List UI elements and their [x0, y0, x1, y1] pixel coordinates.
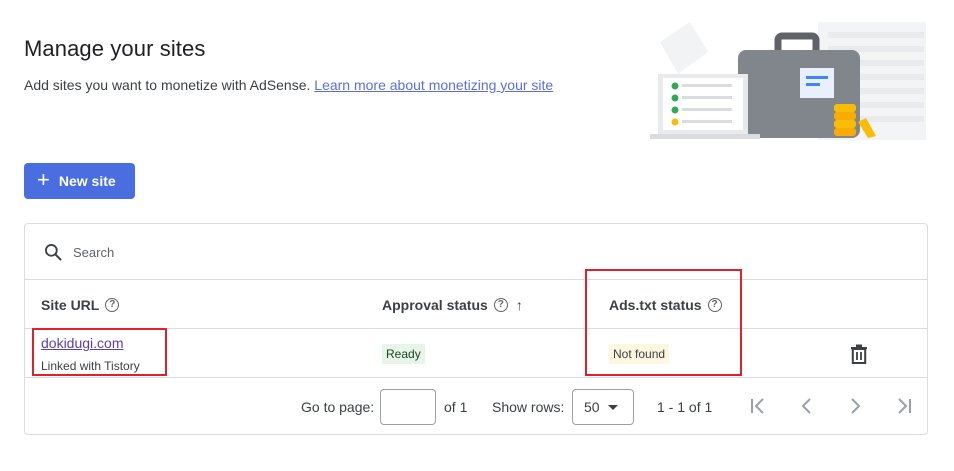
help-icon[interactable]: ?: [707, 298, 722, 312]
goto-page-input[interactable]: [380, 389, 436, 425]
pagination: Go to page: of 1 Show rows: 50 1 - 1 of …: [25, 379, 927, 435]
rows-per-page-select[interactable]: 50: [572, 389, 634, 425]
column-label: Ads.txt status: [609, 297, 702, 313]
next-page-icon[interactable]: [844, 395, 866, 417]
page-range: 1 - 1 of 1: [657, 399, 713, 415]
prev-page-icon[interactable]: [796, 395, 818, 417]
sort-up-icon[interactable]: ↑: [516, 297, 523, 313]
delete-icon[interactable]: [850, 344, 868, 364]
subtitle-text: Add sites you want to monetize with AdSe…: [24, 77, 311, 93]
table-header: Site URL ? Approval status ? ↑ Ads.txt s…: [25, 281, 927, 329]
search-bar: [25, 224, 927, 280]
plus-icon: +: [37, 167, 50, 192]
ads-txt-status-badge: Not found: [609, 344, 670, 364]
search-input[interactable]: [73, 241, 473, 263]
goto-page-label: Go to page:: [301, 399, 375, 415]
last-page-icon[interactable]: [892, 395, 914, 417]
help-icon[interactable]: ?: [105, 298, 120, 312]
first-page-icon[interactable]: [748, 395, 770, 417]
show-rows-label: Show rows:: [492, 399, 565, 415]
new-site-label: New site: [58, 173, 116, 189]
search-icon: [45, 244, 62, 261]
learn-more-link[interactable]: Learn more about monetizing your site: [314, 77, 553, 93]
page-count: of 1: [444, 399, 468, 415]
column-site-url: Site URL ?: [41, 297, 120, 313]
column-label: Site URL: [41, 297, 100, 313]
sites-table-card: Site URL ? Approval status ? ↑ Ads.txt s…: [24, 223, 928, 435]
page-title: Manage your sites: [24, 36, 206, 61]
help-icon[interactable]: ?: [493, 298, 508, 312]
chevron-down-icon: [607, 404, 618, 410]
approval-status-badge: Ready: [382, 344, 425, 364]
briefcase-illustration: [650, 22, 926, 140]
column-label: Approval status: [382, 297, 488, 313]
new-site-button[interactable]: + New site: [24, 163, 135, 199]
page-subtitle: Add sites you want to monetize with AdSe…: [24, 77, 553, 93]
site-note: Linked with Tistory: [41, 359, 140, 373]
site-url-link[interactable]: dokidugi.com: [41, 335, 124, 351]
table-row: dokidugi.com Linked with Tistory Ready N…: [25, 330, 927, 378]
column-ads-txt-status: Ads.txt status ?: [609, 297, 722, 313]
column-approval-status[interactable]: Approval status ? ↑: [382, 297, 523, 313]
rows-per-page-value: 50: [584, 399, 600, 415]
